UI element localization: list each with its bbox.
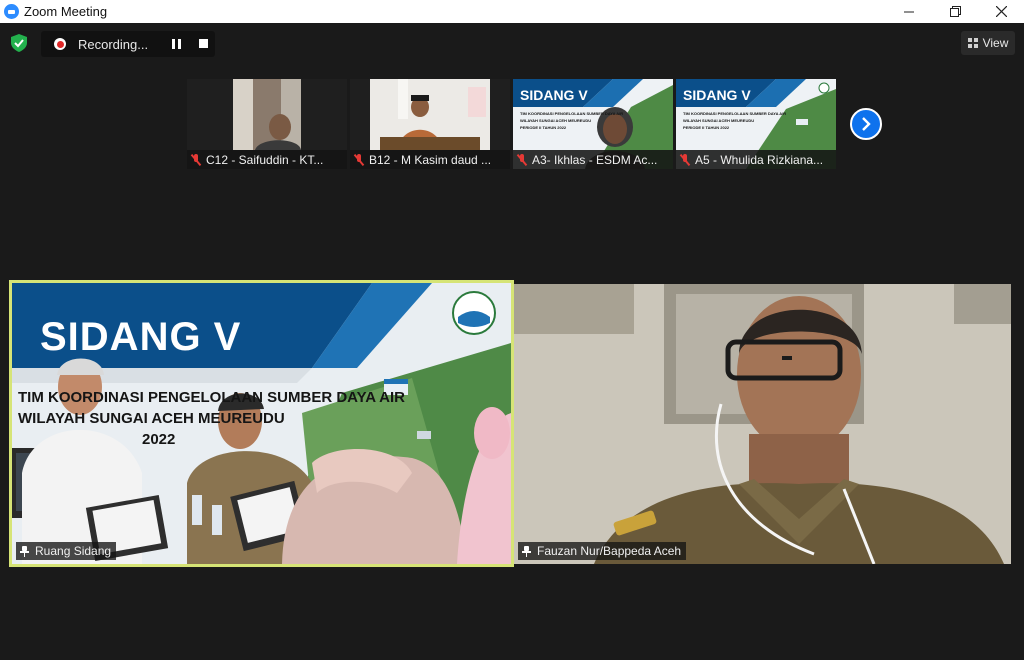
window-title: Zoom Meeting bbox=[24, 4, 108, 19]
muted-mic-icon bbox=[190, 153, 202, 166]
muted-mic-icon bbox=[679, 153, 691, 166]
chevron-right-icon bbox=[862, 117, 871, 131]
minimize-icon bbox=[904, 11, 914, 12]
title-bar: Zoom Meeting bbox=[0, 0, 1024, 23]
pause-recording-button[interactable] bbox=[172, 39, 182, 49]
slide-line: PERIODE II TAHUN 2022 bbox=[520, 125, 567, 130]
slide-line: TIM KOORDINASI PENGELOLAAN SUMBER DAYA A… bbox=[683, 111, 787, 116]
participant-name-bar: Ruang Sidang bbox=[16, 542, 117, 560]
participant-thumbnail[interactable]: SIDANG V TIM KOORDINASI PENGELOLAAN SUMB… bbox=[513, 79, 673, 169]
close-button[interactable] bbox=[978, 0, 1024, 23]
participant-name: B12 - M Kasim daud ... bbox=[369, 152, 492, 167]
recording-bar: Recording... bbox=[41, 31, 215, 57]
participant-name: A3- Ikhlas - ESDM Ac... bbox=[532, 152, 658, 167]
slide-line: WILAYAH SUNGAI ACEH MEUREUDU bbox=[683, 118, 755, 123]
record-icon bbox=[54, 38, 66, 50]
participant-name: Fauzan Nur/Bappeda Aceh bbox=[537, 544, 682, 558]
participant-thumbnail[interactable]: C12 - Saifuddin - KT... bbox=[187, 79, 347, 169]
close-icon bbox=[995, 6, 1007, 17]
slide-line: WILAYAH SUNGAI ACEH MEUREUDU bbox=[18, 410, 285, 427]
restore-icon bbox=[949, 6, 961, 17]
muted-mic-icon bbox=[353, 153, 365, 166]
participant-name-bar: B12 - M Kasim daud ... bbox=[350, 150, 510, 169]
stop-recording-button[interactable] bbox=[199, 39, 208, 48]
participant-name: A5 - Whulida Rizkiana... bbox=[695, 152, 824, 167]
view-button[interactable]: View bbox=[961, 31, 1015, 55]
video-tile-active-speaker[interactable]: SIDANG V TIM KOORDINASI PENGELOLAAN SUMB… bbox=[9, 280, 514, 567]
pin-icon bbox=[19, 545, 29, 557]
next-page-button[interactable] bbox=[850, 108, 882, 140]
slide-title: SIDANG V bbox=[683, 87, 751, 103]
participant-name: C12 - Saifuddin - KT... bbox=[206, 152, 324, 167]
shield-icon[interactable] bbox=[11, 34, 27, 52]
participant-name-bar: Fauzan Nur/Bappeda Aceh bbox=[518, 542, 687, 560]
window-controls bbox=[886, 0, 1024, 23]
recording-label: Recording... bbox=[78, 36, 149, 52]
participant-thumbnail[interactable]: B12 - M Kasim daud ... bbox=[350, 79, 510, 169]
participant-name-bar: A5 - Whulida Rizkiana... bbox=[676, 150, 836, 169]
slide-line: TIM KOORDINASI PENGELOLAAN SUMBER DAYA A… bbox=[18, 389, 405, 406]
participant-video bbox=[514, 284, 1011, 564]
participant-name-bar: C12 - Saifuddin - KT... bbox=[187, 150, 347, 169]
slide-line: 2022 bbox=[142, 431, 176, 448]
minimize-button[interactable] bbox=[886, 0, 932, 23]
grid-icon bbox=[967, 38, 978, 48]
participant-thumbnail[interactable]: SIDANG V TIM KOORDINASI PENGELOLAAN SUMB… bbox=[676, 79, 836, 169]
slide-title: SIDANG V bbox=[520, 87, 588, 103]
participant-name: Ruang Sidang bbox=[35, 544, 112, 558]
video-tile[interactable]: Fauzan Nur/Bappeda Aceh bbox=[514, 284, 1011, 564]
participant-name-bar: A3- Ikhlas - ESDM Ac... bbox=[513, 150, 673, 169]
slide-line: WILAYAH SUNGAI ACEH MEUREUDU bbox=[520, 118, 592, 123]
muted-mic-icon bbox=[516, 153, 528, 166]
zoom-app-icon bbox=[4, 4, 19, 19]
slide-line: PERIODE II TAHUN 2022 bbox=[683, 125, 730, 130]
maximize-button[interactable] bbox=[932, 0, 978, 23]
slide-title: SIDANG V bbox=[40, 315, 242, 359]
slide-line: TIM KOORDINASI PENGELOLAAN SUMBER DAYA A… bbox=[520, 111, 624, 116]
view-label: View bbox=[982, 36, 1009, 50]
pin-icon bbox=[521, 545, 531, 557]
